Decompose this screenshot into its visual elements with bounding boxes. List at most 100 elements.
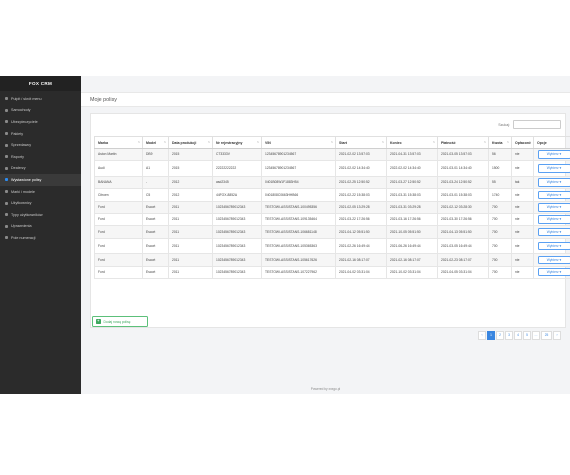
table-cell: Ford <box>94 225 143 239</box>
add-policy-button[interactable]: + Dodaj nową polisę <box>92 316 148 327</box>
column-header[interactable]: Koniec ⇅ <box>386 136 438 149</box>
column-header[interactable]: Nr rejestracyjny ⇅ <box>212 136 262 149</box>
table-cell: 0401B08W1F1883H54 <box>261 175 336 190</box>
table-cell: TESTOWI-ASSISTANS-105617626 <box>261 253 336 267</box>
sidebar-item-8[interactable]: Marki i modele <box>0 186 81 198</box>
table-cell: 2021-02-26 16:49:44 <box>335 237 387 255</box>
table-cell: nie <box>511 160 534 177</box>
options-cell: Wybierz ▾ <box>533 225 570 239</box>
table-cell: asd2345 <box>212 175 262 190</box>
sidebar-item-5[interactable]: Raporty <box>0 151 81 163</box>
sidebar-item-12[interactable]: Pole numeracji <box>0 232 81 244</box>
sidebar-item-2[interactable]: Ubezpieczyciele <box>0 116 81 128</box>
table-header-row: Marka ⇅ Model ⇅ Data produkcji ⇅ Nr rejestracy… <box>94 136 570 149</box>
options-dropdown-button[interactable]: Wybierz ▾ <box>537 241 570 251</box>
page-button[interactable]: 1 <box>487 331 495 340</box>
search-label: Szukaj: <box>498 122 510 127</box>
column-header[interactable]: Data produkcji ⇅ <box>168 136 213 149</box>
column-header[interactable]: Marka ⇅ <box>94 136 143 149</box>
sidebar-item-label: Pole numeracji <box>11 235 36 240</box>
sidebar-item-3[interactable]: Pakiety <box>0 128 81 140</box>
sidebar-item-4[interactable]: Sprzedawcy <box>0 139 81 151</box>
table-cell: 2011 <box>168 237 213 255</box>
sort-icon: ⇅ <box>137 141 140 144</box>
table-cell: TESTOWI-ASSISTANS-100495356 <box>261 200 336 214</box>
column-header-label: Koniec <box>390 140 402 145</box>
table-cell: 2021-04-13 05:51:50 <box>437 225 489 239</box>
column-header[interactable]: VIN ⇅ <box>261 136 336 149</box>
sidebar-item-10[interactable]: Typy użytkowników <box>0 209 81 221</box>
table-cell: 1023456789012343 <box>212 265 262 279</box>
table-cell: nie <box>511 225 534 239</box>
sidebar-item-label: Pakiety <box>11 131 24 136</box>
package-icon <box>5 132 8 136</box>
table-cell: 2012 <box>168 175 213 190</box>
table-cell: 2021-10-02 03:31:04 <box>386 265 438 279</box>
table-cell: 2021-03-01 15:38:03 <box>437 188 489 202</box>
column-header[interactable]: Opłacone ⇅ <box>511 136 534 149</box>
column-header[interactable]: Kwota ⇅ <box>488 136 512 149</box>
table-cell: 1023456789012343 <box>212 212 262 227</box>
table-row: Audi A1 2015 22222222222 12345678901234567 20… <box>94 160 570 177</box>
options-dropdown-button[interactable]: Wybierz ▾ <box>537 190 570 200</box>
sidebar-item-0[interactable]: Pulpit / skrót menu <box>0 93 81 105</box>
options-dropdown-button[interactable]: Wybierz ▾ <box>537 164 570 173</box>
table-cell: 2021-06-26 16:49:44 <box>386 237 438 255</box>
sidebar-item-1[interactable]: Samochody <box>0 105 81 117</box>
sidebar-item-label: Wystawione polisy <box>11 177 42 182</box>
table-row: Aston Martin DB9 2015 CT3333V 12345678901234… <box>94 147 570 162</box>
table-cell: 2011 <box>168 225 213 239</box>
column-header[interactable]: Model ⇅ <box>142 136 169 149</box>
dashboard-icon <box>5 97 8 101</box>
main-content: Moje polisy Szukaj: Marka ⇅ Model ⇅ Data pro… <box>81 76 570 394</box>
sort-icon: ⇅ <box>330 141 333 144</box>
table-body: Aston Martin DB9 2015 CT3333V 12345678901234… <box>94 147 570 279</box>
options-cell: Wybierz ▾ <box>533 160 570 177</box>
table-cell: Escort <box>142 225 169 239</box>
policies-card: Szukaj: Marka ⇅ Model ⇅ Data produkcji ⇅ Nr re… <box>90 113 570 340</box>
table-cell: 700 <box>488 225 512 239</box>
table-cell: 2022-02-02 14:34:40 <box>386 160 438 177</box>
table-cell: 2015 <box>168 147 213 162</box>
table-cell: Audi <box>94 160 143 177</box>
table-cell: Ford <box>94 265 143 279</box>
page-button[interactable]: 4 <box>514 331 522 340</box>
table-cell: 12345678901234567 <box>261 160 336 177</box>
options-dropdown-button[interactable]: Wybierz ▾ <box>537 227 570 237</box>
table-cell: TESTOWI-ASSISTANS-105365363 <box>261 237 336 255</box>
column-header[interactable]: Płatność ⇅ <box>437 136 489 149</box>
table-cell: 44FOX-8852A <box>212 188 262 202</box>
options-dropdown-button[interactable]: Wybierz ▾ <box>537 255 570 265</box>
column-header[interactable]: Start ⇅ <box>335 136 387 149</box>
sidebar-item-7[interactable]: Wystawione polisy <box>0 174 81 186</box>
search-input[interactable] <box>513 120 561 129</box>
sort-icon: ⇅ <box>381 141 384 144</box>
table-cell: CT3333V <box>212 147 262 162</box>
page-button[interactable]: 5 <box>523 331 531 340</box>
table-cell: 2021-03-27 12:50:52 <box>386 175 438 190</box>
table-cell: Ford <box>94 253 143 267</box>
brand-logo: FOX CRM <box>0 76 81 91</box>
options-dropdown-button[interactable]: Wybierz ▾ <box>537 203 570 212</box>
options-dropdown-button[interactable]: Wybierz ▾ <box>537 150 570 159</box>
sidebar-item-6[interactable]: Dealerzy <box>0 163 81 175</box>
options-dropdown-button[interactable]: Wybierz ▾ <box>537 267 570 277</box>
column-header[interactable]: Opcje <box>533 136 570 149</box>
page-button[interactable]: 25 <box>541 331 552 340</box>
table-cell: A1 <box>142 160 169 177</box>
table-cell: TESTOWI-ASSISTANS-109135464 <box>261 212 336 227</box>
table-cell: 700 <box>488 212 512 227</box>
page-button[interactable]: 2 <box>496 331 504 340</box>
options-dropdown-button[interactable]: Wybierz ▾ <box>537 178 570 187</box>
page-button[interactable]: 3 <box>505 331 513 340</box>
sidebar-item-9[interactable]: Użytkownicy <box>0 197 81 209</box>
table-row: Ford Escort 2011 1023456789012343 TESTOWI-AS… <box>94 253 570 267</box>
table-cell: nie <box>511 188 534 202</box>
table-row: Citroen C5 2012 44FOX-8852A 0401808C0663HHB6… <box>94 188 570 202</box>
options-dropdown-button[interactable]: Wybierz ▾ <box>537 215 570 224</box>
prev-page-button[interactable]: ‹ <box>478 331 486 340</box>
next-page-button[interactable]: › <box>553 331 561 340</box>
sidebar-item-11[interactable]: Uprawnienia <box>0 221 81 233</box>
table-cell: 2021-04-05 03:31:04 <box>437 265 489 279</box>
options-cell: Wybierz ▾ <box>533 200 570 214</box>
